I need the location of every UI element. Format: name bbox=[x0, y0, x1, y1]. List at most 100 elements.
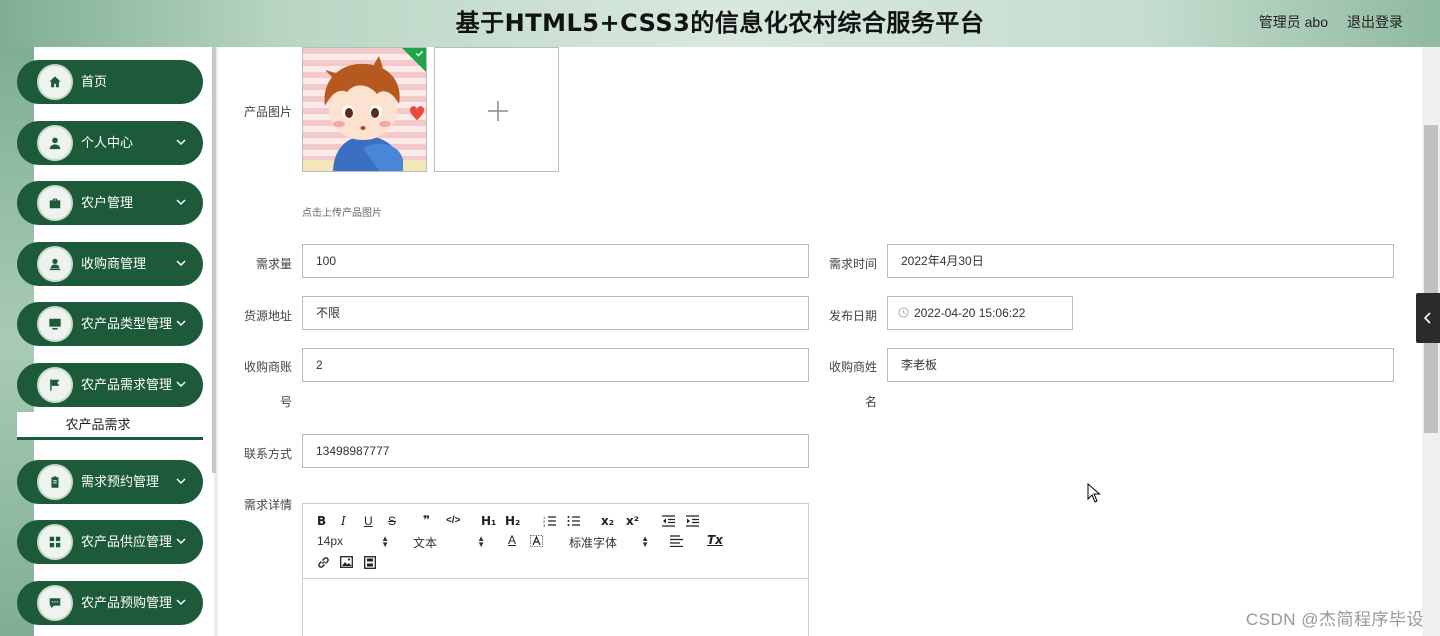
sidebar-item-label: 首页 bbox=[81, 74, 108, 89]
source-address-label: 货源地址 bbox=[243, 309, 292, 323]
font-size-select[interactable]: 14px ▲ ▼ bbox=[317, 534, 389, 549]
buyer-account-input[interactable]: 2 bbox=[302, 348, 809, 382]
sidebar-item-preorder-management[interactable]: 农产品预购管理 bbox=[17, 581, 203, 625]
bold-button[interactable]: B bbox=[317, 514, 326, 528]
editor-toolbar: B I U S ❞ </> H₁ H₂ 123 x₂ x² 14px ▲ ▼ 文本 ▲… bbox=[303, 504, 808, 579]
font-size-value: 14px bbox=[317, 534, 344, 548]
demand-quantity-label: 需求量 bbox=[255, 257, 292, 271]
font-family-select[interactable]: 标准字体 ▲ ▼ bbox=[569, 534, 649, 551]
watermark: CSDN @杰简程序毕设 bbox=[1245, 610, 1424, 629]
select-arrows-icon: ▲ ▼ bbox=[641, 534, 649, 549]
chevron-down-icon bbox=[175, 475, 187, 487]
rich-text-editor: B I U S ❞ </> H₁ H₂ 123 x₂ x² 14px ▲ ▼ 文本 ▲… bbox=[302, 503, 809, 636]
image-icon[interactable] bbox=[340, 556, 353, 568]
chevron-down-icon bbox=[175, 196, 187, 208]
sidebar-item-label: 农产品供应管理 bbox=[81, 534, 173, 549]
chevron-left-icon bbox=[1423, 312, 1431, 324]
buyer-account-label: 收购商账 bbox=[243, 360, 292, 374]
buyer-account-label-cont: 号 bbox=[279, 395, 292, 409]
chevron-down-icon bbox=[175, 317, 187, 329]
indent-icon[interactable] bbox=[686, 515, 699, 527]
text-type-value: 文本 bbox=[413, 536, 438, 550]
video-icon[interactable] bbox=[364, 556, 376, 569]
chevron-down-icon bbox=[175, 136, 187, 148]
briefcase-icon bbox=[37, 185, 73, 221]
sidebar-item-label: 农产品需求管理 bbox=[81, 377, 173, 392]
sidebar-subitem-product-demand[interactable]: 农产品需求 bbox=[17, 412, 203, 440]
code-block-button[interactable]: </> bbox=[446, 515, 460, 526]
chevron-down-icon bbox=[175, 378, 187, 390]
blockquote-button[interactable]: ❞ bbox=[423, 513, 430, 527]
monitor-icon bbox=[37, 306, 73, 342]
demand-time-input[interactable]: 2022年4月30日 bbox=[887, 244, 1394, 278]
publish-date-input[interactable]: 2022-04-20 15:06:22 bbox=[887, 296, 1073, 330]
clear-format-button[interactable]: Tx bbox=[707, 533, 723, 547]
sidebar-item-personal-center[interactable]: 个人中心 bbox=[17, 121, 203, 165]
upload-image-button[interactable] bbox=[434, 47, 559, 172]
buyer-name-input[interactable]: 李老板 bbox=[887, 348, 1394, 382]
collapse-panel-button[interactable] bbox=[1416, 293, 1440, 343]
details-label: 需求详情 bbox=[243, 498, 292, 512]
heading1-button[interactable]: H₁ bbox=[481, 514, 496, 528]
plus-icon bbox=[488, 101, 508, 121]
chat-icon bbox=[37, 585, 73, 621]
sidebar-item-reservation-management[interactable]: 需求预约管理 bbox=[17, 460, 203, 504]
product-image-label: 产品图片 bbox=[243, 105, 292, 119]
sidebar-item-label: 农产品类型管理 bbox=[81, 316, 173, 331]
demand-time-label: 需求时间 bbox=[828, 257, 877, 271]
source-address-input[interactable]: 不限 bbox=[302, 296, 809, 330]
contact-input[interactable]: 13498987777 bbox=[302, 434, 809, 468]
chevron-down-icon bbox=[175, 535, 187, 547]
chevron-down-icon bbox=[175, 596, 187, 608]
italic-button[interactable]: I bbox=[341, 514, 346, 528]
contact-label: 联系方式 bbox=[243, 447, 292, 461]
select-arrows-icon: ▲ ▼ bbox=[477, 534, 485, 549]
current-user: 管理员 abo bbox=[1258, 14, 1328, 30]
underline-button[interactable]: U bbox=[364, 514, 373, 528]
top-header: 基于HTML5+CSS3的信息化农村综合服务平台 管理员 abo 退出登录 bbox=[0, 0, 1440, 47]
publish-date-label: 发布日期 bbox=[828, 309, 877, 323]
page-title: 基于HTML5+CSS3的信息化农村综合服务平台 bbox=[455, 9, 985, 37]
logout-link[interactable]: 退出登录 bbox=[1347, 0, 1403, 44]
sidebar-item-farmer-management[interactable]: 农户管理 bbox=[17, 181, 203, 225]
grid-icon bbox=[37, 524, 73, 560]
font-color-button[interactable]: A bbox=[508, 533, 516, 547]
clock-icon bbox=[898, 307, 909, 318]
mouse-cursor-icon bbox=[1087, 483, 1101, 503]
superscript-button[interactable]: x² bbox=[626, 514, 639, 528]
link-icon[interactable] bbox=[317, 556, 330, 569]
align-icon[interactable] bbox=[670, 535, 683, 547]
chevron-down-icon bbox=[175, 257, 187, 269]
person-card-icon bbox=[37, 246, 73, 282]
sidebar-item-label: 农产品预购管理 bbox=[81, 595, 173, 610]
clipboard-icon bbox=[37, 464, 73, 500]
outdent-icon[interactable] bbox=[662, 515, 675, 527]
svg-text:3: 3 bbox=[543, 523, 546, 527]
product-image-thumbnail[interactable] bbox=[302, 47, 427, 172]
check-icon bbox=[415, 50, 424, 57]
sidebar-scrollbar[interactable] bbox=[212, 47, 216, 473]
sidebar-item-supply-management[interactable]: 农产品供应管理 bbox=[17, 520, 203, 564]
demand-quantity-input[interactable]: 100 bbox=[302, 244, 809, 278]
buyer-name-label: 收购商姓 bbox=[828, 360, 877, 374]
sidebar-item-home[interactable]: 首页 bbox=[17, 60, 203, 104]
sidebar-item-label: 个人中心 bbox=[81, 135, 134, 150]
heading2-button[interactable]: H₂ bbox=[505, 514, 520, 528]
subscript-button[interactable]: x₂ bbox=[601, 514, 614, 528]
sidebar-item-label: 需求预约管理 bbox=[81, 474, 160, 489]
font-family-value: 标准字体 bbox=[569, 536, 618, 550]
sidebar-item-product-type-management[interactable]: 农产品类型管理 bbox=[17, 302, 203, 346]
strike-button[interactable]: S bbox=[388, 514, 396, 528]
background-color-icon[interactable] bbox=[530, 535, 543, 547]
sidebar-item-label: 收购商管理 bbox=[81, 256, 147, 271]
buyer-name-label-cont: 名 bbox=[864, 395, 877, 409]
select-arrows-icon: ▲ ▼ bbox=[381, 534, 389, 549]
ordered-list-icon[interactable]: 123 bbox=[543, 515, 556, 527]
bullet-list-icon[interactable] bbox=[567, 515, 580, 527]
sidebar-item-label: 农户管理 bbox=[81, 195, 134, 210]
sidebar-item-product-demand-management[interactable]: 农产品需求管理 bbox=[17, 363, 203, 407]
text-type-select[interactable]: 文本 ▲ ▼ bbox=[413, 534, 485, 551]
sidebar-item-buyer-management[interactable]: 收购商管理 bbox=[17, 242, 203, 286]
user-icon bbox=[37, 125, 73, 161]
page-scrollbar-thumb[interactable] bbox=[1424, 125, 1438, 433]
